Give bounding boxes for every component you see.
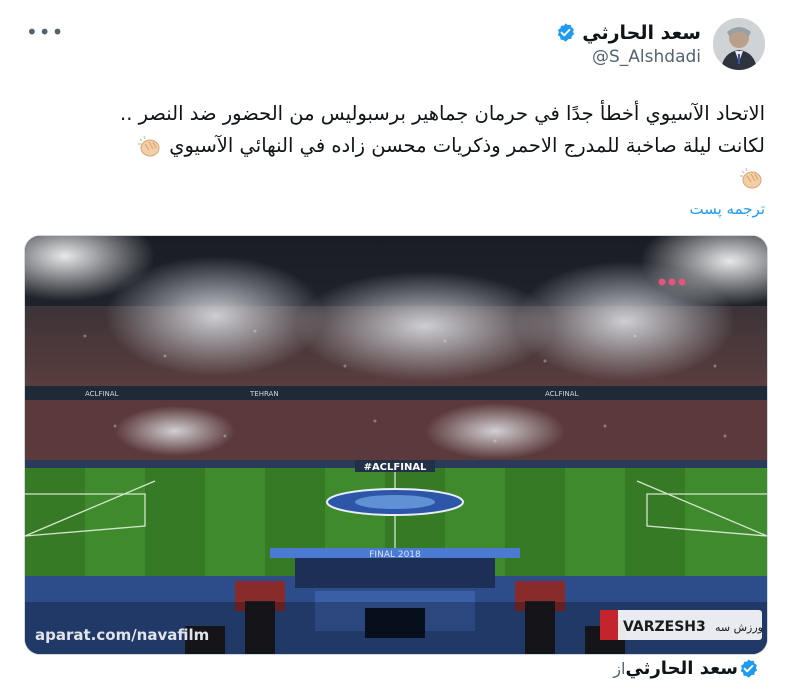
clapping-hands-icon — [138, 135, 160, 156]
watermark-aparat: aparat.com/navafilm — [35, 626, 209, 644]
stand-label-3: ACLFINAL — [545, 390, 579, 398]
tweet-header: سعد الحارثي @S_Alshdadi — [555, 18, 765, 70]
author-handle[interactable]: @S_Alshdadi — [592, 47, 701, 67]
aclfinal-board-text: #ACLFINAL — [364, 462, 427, 473]
tweet-text: الاتحاد الآسيوي أخطأ جدًا في حرمان جماهي… — [25, 98, 765, 194]
avatar[interactable] — [713, 18, 765, 70]
tweet-text-line-3 — [25, 162, 765, 194]
verified-badge-icon — [558, 23, 575, 42]
stand-label-2: TEHRAN — [249, 390, 279, 398]
from-label: از — [613, 659, 626, 678]
varzesh3-channel-text: ورزش سه — [715, 621, 763, 634]
clapping-hands-icon — [740, 167, 762, 188]
live-dots-icon — [658, 278, 686, 286]
tweet-card: ••• سعد الحارثي @S_Alshdadi الاتحاد الآس… — [0, 0, 791, 700]
verified-badge-icon — [740, 659, 758, 678]
stand-label-1: ACLFINAL — [85, 390, 119, 398]
tweet-footer: از سعد الحارثي — [605, 658, 765, 679]
stadium-image: ACLFINAL TEHRAN ACLFINAL #ACLFINAL FINAL… — [25, 236, 767, 654]
tweet-media-image[interactable]: ACLFINAL TEHRAN ACLFINAL #ACLFINAL FINAL… — [24, 235, 768, 655]
translate-link[interactable]: ترجمه پست — [690, 200, 766, 218]
footer-author-name[interactable]: سعد الحارثي — [625, 658, 738, 679]
name-row: سعد الحارثي — [555, 22, 701, 44]
varzesh3-banner-text: VARZESH3 — [623, 619, 706, 635]
tweet-text-line-1: الاتحاد الآسيوي أخطأ جدًا في حرمان جماهي… — [25, 98, 765, 130]
tweet-text-line-2-content: لكانت ليلة صاخبة للمدرج الاحمر وذكريات م… — [169, 134, 765, 157]
author-display-name[interactable]: سعد الحارثي — [582, 22, 701, 44]
author-names: سعد الحارثي @S_Alshdadi — [555, 22, 701, 67]
tweet-text-line-1-content: الاتحاد الآسيوي أخطأ جدًا في حرمان جماهي… — [120, 102, 765, 125]
more-dots-icon[interactable]: ••• — [26, 22, 64, 42]
tweet-text-line-2: لكانت ليلة صاخبة للمدرج الاحمر وذكريات م… — [25, 130, 765, 162]
